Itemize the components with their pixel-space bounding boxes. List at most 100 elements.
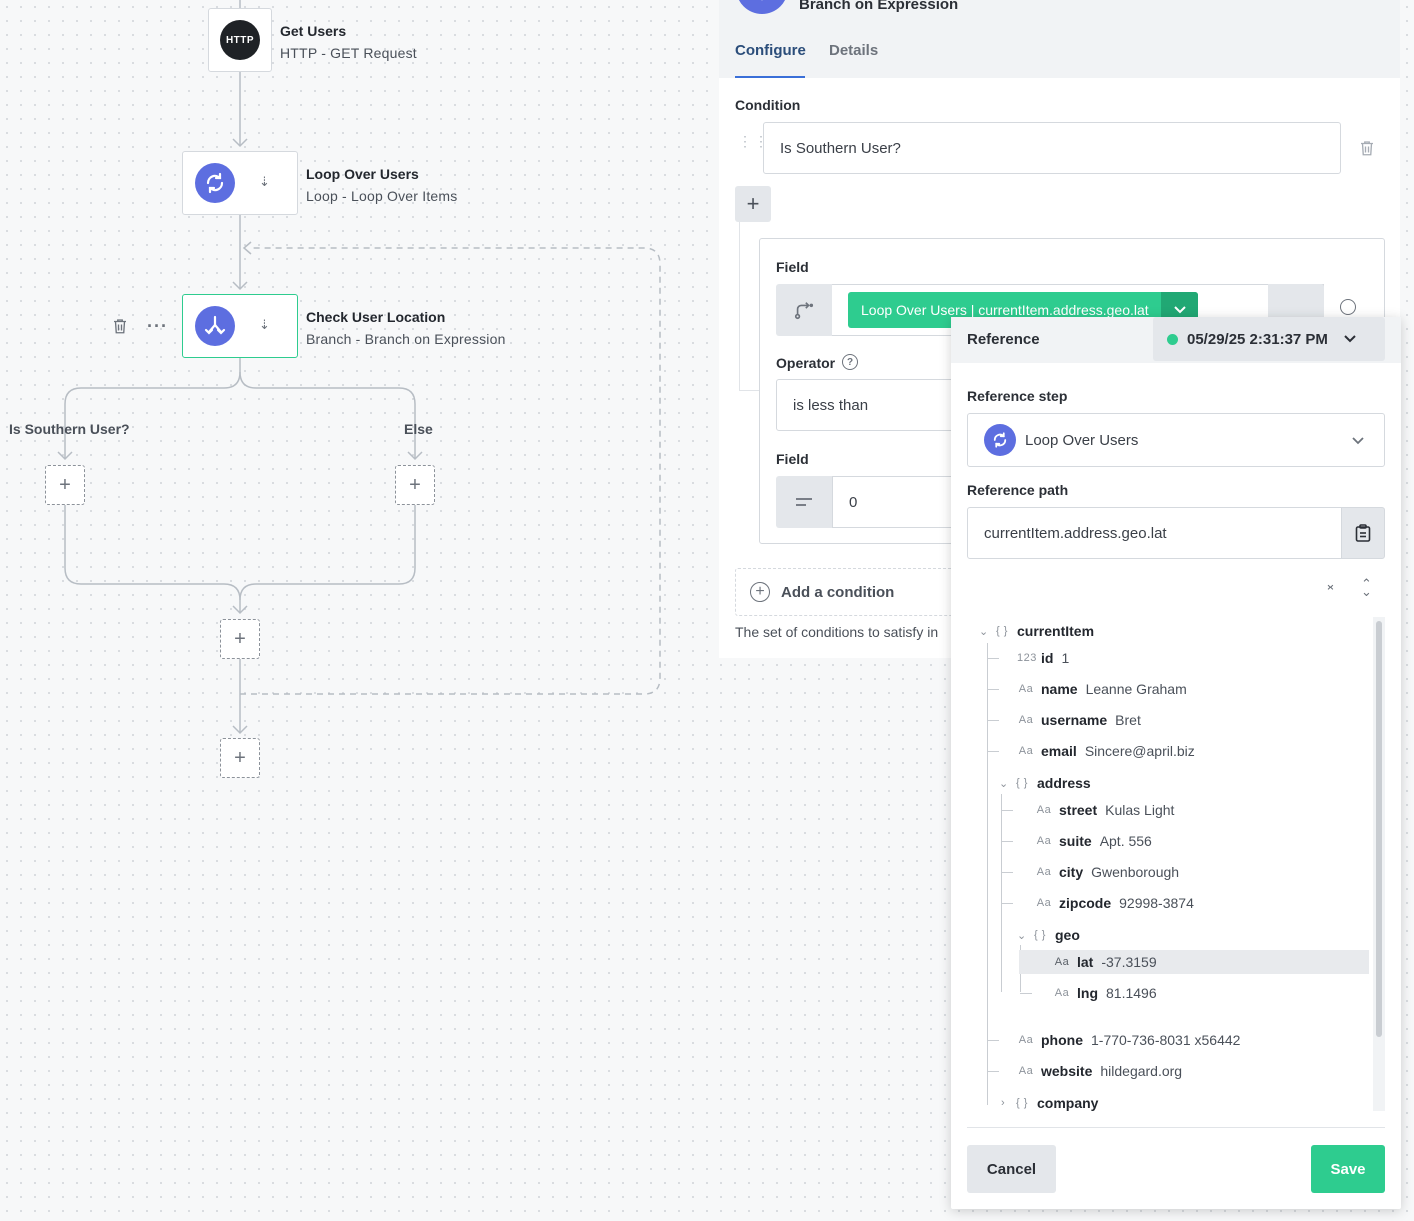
reference-step-select[interactable]: Loop Over Users <box>967 413 1385 467</box>
reference-icon <box>794 302 814 320</box>
tree-key: city <box>1059 864 1084 880</box>
tree-guide <box>987 751 999 752</box>
add-condition-label: Add a condition <box>781 583 895 601</box>
tree-node-currentItem[interactable]: ⌄ { } currentItem <box>977 619 1102 643</box>
condition-name-input[interactable]: Is Southern User? <box>763 122 1341 174</box>
tree-key: company <box>1037 1095 1099 1111</box>
more-icon[interactable]: ··· <box>147 316 168 337</box>
collapse-toggle-icon[interactable]: ⇣ <box>259 318 270 331</box>
search-icon[interactable] <box>1340 299 1356 315</box>
tree-guide <box>987 1071 999 1072</box>
tree-node-lat[interactable]: Aa lat -37.3159 <box>1053 950 1157 974</box>
tree-key: name <box>1041 681 1078 697</box>
tree-guide <box>1001 903 1013 904</box>
tree-node-zipcode[interactable]: Aa zipcode 92998-3874 <box>1035 891 1194 915</box>
tree-node-geo[interactable]: ⌄ { } geo <box>1015 923 1088 947</box>
trash-icon[interactable] <box>111 317 129 340</box>
tree-key: zipcode <box>1059 895 1112 911</box>
tree-node-name[interactable]: Aa name Leanne Graham <box>1017 677 1187 701</box>
tree-node-phone[interactable]: Aa phone 1-770-736-8031 x56442 <box>1017 1028 1241 1052</box>
panel-header: Branch on Expression Configure Details <box>719 0 1400 78</box>
popup-title: Reference <box>967 331 1040 348</box>
reference-pill-text: Loop Over Users | currentItem.address.ge… <box>861 302 1149 318</box>
string-type-icon: Aa <box>1018 1034 1034 1046</box>
tree-scrollbar-thumb[interactable] <box>1376 621 1382 1037</box>
tree-key: website <box>1041 1063 1093 1079</box>
tree-value: Gwenborough <box>1091 864 1180 880</box>
reference-path-label: Reference path <box>967 482 1069 498</box>
flow-connectors <box>57 0 661 735</box>
reference-path-input[interactable]: currentItem.address.geo.lat <box>967 507 1343 559</box>
tab-details[interactable]: Details <box>829 42 878 59</box>
tree-node-email[interactable]: Aa email Sincere@april.biz <box>1017 739 1195 763</box>
group-connector <box>739 222 740 390</box>
tree-node-company[interactable]: › { } company <box>997 1091 1106 1111</box>
operator-select[interactable]: is less than <box>776 379 976 431</box>
add-step-button[interactable]: + <box>220 738 260 778</box>
tree-guide <box>987 658 999 659</box>
help-icon[interactable]: ? <box>842 354 858 370</box>
check-user-location-node[interactable]: ⇣ <box>182 294 298 358</box>
get-users-node[interactable]: HTTP <box>208 8 272 72</box>
tree-node-website[interactable]: Aa website hildegard.org <box>1017 1059 1182 1083</box>
tree-guide <box>1001 872 1013 873</box>
add-step-button[interactable]: + <box>395 465 435 505</box>
text-align-icon <box>796 498 812 506</box>
tree-key: lat <box>1077 954 1094 970</box>
reference-step-value: Loop Over Users <box>1025 431 1139 449</box>
collapse-toggle-icon[interactable]: ⇣ <box>259 175 270 188</box>
string-type-icon: Aa <box>1054 956 1070 968</box>
field-label: Field <box>776 259 809 275</box>
node-subtitle: Loop - Loop Over Items <box>306 188 458 204</box>
field2-type-toggle[interactable] <box>776 476 832 528</box>
tree-node-username[interactable]: Aa username Bret <box>1017 708 1141 732</box>
timestamp-select[interactable]: 05/29/25 2:31:37 PM <box>1153 317 1385 361</box>
delete-condition-icon[interactable] <box>1358 139 1376 162</box>
add-step-button[interactable]: + <box>220 619 260 659</box>
tree-node-city[interactable]: Aa city Gwenborough <box>1035 860 1179 884</box>
node-subtitle: Branch - Branch on Expression <box>306 331 506 347</box>
tree-guide <box>1001 810 1013 811</box>
tree-value: Kulas Light <box>1105 802 1175 818</box>
tree-node-address[interactable]: ⌄ { } address <box>997 771 1099 795</box>
tree-node-street[interactable]: Aa street Kulas Light <box>1035 798 1175 822</box>
chevron-down-icon: ⌄ <box>999 777 1009 790</box>
chevron-down-icon <box>1352 437 1364 445</box>
cancel-button[interactable]: Cancel <box>967 1145 1056 1193</box>
string-type-icon: Aa <box>1036 866 1052 878</box>
tree-node-suite[interactable]: Aa suite Apt. 556 <box>1035 829 1152 853</box>
branch-icon <box>736 0 788 14</box>
tree-key: suite <box>1059 833 1092 849</box>
string-type-icon: Aa <box>1018 1065 1034 1077</box>
expand-all-icon[interactable]: ⌃ ⌄ <box>1361 577 1372 598</box>
string-type-icon: Aa <box>1036 835 1052 847</box>
collapse-all-icon[interactable]: ⌄ ⌃ <box>1325 577 1336 598</box>
tree-guide <box>1001 841 1013 842</box>
loop-over-users-node[interactable]: ⇣ <box>182 151 298 215</box>
clipboard-button[interactable] <box>1341 507 1385 559</box>
tree-key: street <box>1059 802 1098 818</box>
reference-step-label: Reference step <box>967 388 1068 404</box>
field2-label: Field <box>776 451 809 467</box>
field-type-toggle[interactable] <box>776 284 832 336</box>
string-type-icon: Aa <box>1036 897 1052 909</box>
object-type-icon: { } <box>1016 777 1028 789</box>
loop-icon <box>984 424 1016 456</box>
add-group-button[interactable]: + <box>735 186 771 222</box>
add-step-button[interactable]: + <box>45 465 85 505</box>
branch-icon <box>195 306 235 346</box>
tree-node-id[interactable]: 123 id 1 <box>1017 646 1069 670</box>
chevron-down-icon: ⌄ <box>979 625 989 638</box>
tab-configure[interactable]: Configure <box>735 42 806 59</box>
condition-label: Condition <box>735 97 801 113</box>
tree-key: email <box>1041 743 1077 759</box>
tree-key: phone <box>1041 1032 1083 1048</box>
tree-value: 1-770-736-8031 x56442 <box>1091 1032 1241 1048</box>
chevron-right-icon: › <box>1001 1097 1005 1109</box>
tree-value: Bret <box>1115 712 1141 728</box>
number-type-icon: 123 <box>1017 652 1037 664</box>
string-type-icon: Aa <box>1018 714 1034 726</box>
tree-node-lng[interactable]: Aa lng 81.1496 <box>1053 981 1157 1005</box>
save-button[interactable]: Save <box>1311 1145 1385 1193</box>
string-type-icon: Aa <box>1054 987 1070 999</box>
